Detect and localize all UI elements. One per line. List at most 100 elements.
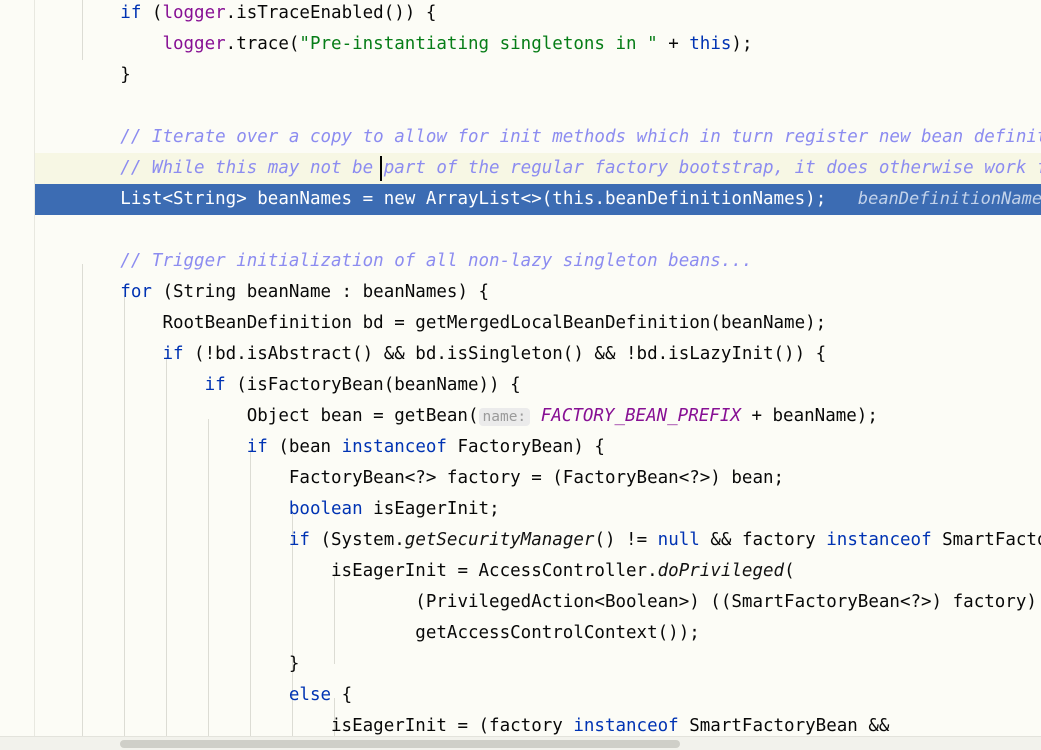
code-token: } — [288, 654, 300, 674]
code-token: if — [120, 3, 152, 23]
code-line[interactable]: logger.trace("Pre-instantiating singleto… — [0, 29, 753, 60]
code-token: logger — [162, 34, 226, 54]
code-token: // Trigger initialization of all non-laz… — [120, 251, 753, 271]
code-line[interactable]: (PrivilegedAction<Boolean>) ((SmartFacto… — [0, 587, 1041, 618]
code-token: .trace( — [225, 34, 300, 54]
code-line[interactable]: boolean isEagerInit; — [0, 494, 500, 525]
code-token: ); — [731, 34, 753, 54]
code-token: doPrivileged — [657, 561, 785, 581]
parameter-hint[interactable]: name: — [478, 408, 531, 426]
code-token: if — [204, 375, 226, 395]
code-line[interactable]: for (String beanName : beanNames) { — [0, 277, 489, 308]
code-token: boolean — [288, 499, 363, 519]
code-token: .isTraceEnabled()) { — [225, 3, 437, 23]
code-token: if — [246, 437, 268, 457]
text-caret — [380, 156, 383, 181]
code-token: (bean — [267, 437, 342, 457]
code-token: Object bean = getBean( — [246, 406, 479, 426]
code-editor[interactable]: if (logger.isTraceEnabled()) { logger.tr… — [0, 0, 1041, 750]
code-token: null — [657, 530, 700, 550]
code-token: // Iterate over a copy to allow for init… — [120, 127, 1041, 147]
code-line[interactable]: if (System.getSecurityManager() != null … — [0, 525, 1041, 556]
code-token: isEagerInit; — [362, 499, 500, 519]
code-token: } — [120, 65, 131, 85]
code-token: (isFactoryBean(beanName)) { — [225, 375, 521, 395]
code-line[interactable]: // Iterate over a copy to allow for init… — [0, 122, 1041, 153]
code-token: for — [120, 282, 152, 302]
code-token: getSecurityManager — [404, 530, 595, 550]
code-token: if — [288, 530, 310, 550]
code-token: (!bd.isAbstract() && bd.isSingleton() &&… — [183, 344, 827, 364]
code-token: FactoryBean<?> factory = (FactoryBean<?>… — [288, 468, 785, 488]
code-line[interactable]: // Trigger initialization of all non-laz… — [0, 246, 752, 277]
code-line[interactable]: if (logger.isTraceEnabled()) { — [0, 0, 436, 29]
code-token: RootBeanDefinition bd = getMergedLocalBe… — [162, 313, 827, 333]
inline-value-hint[interactable]: beanDefinitionNames — [858, 189, 1041, 209]
gutter-divider — [34, 0, 35, 750]
editor-gutter[interactable] — [0, 0, 34, 750]
code-token: if — [162, 344, 184, 364]
code-line[interactable]: getAccessControlContext()); — [0, 618, 700, 649]
code-line[interactable]: // While this may not be part of the reg… — [0, 153, 1041, 184]
code-token: FactoryBean) { — [446, 437, 605, 457]
code-token: (String beanName : beanNames) { — [151, 282, 490, 302]
horizontal-scrollbar[interactable] — [0, 736, 1041, 750]
code-token: (System. — [309, 530, 405, 550]
code-token: instanceof — [573, 716, 679, 736]
code-token: && factory — [699, 530, 827, 550]
code-token: (PrivilegedAction<Boolean>) ((SmartFacto… — [415, 592, 1041, 612]
code-line[interactable]: RootBeanDefinition bd = getMergedLocalBe… — [0, 308, 826, 339]
code-line[interactable]: else { — [0, 680, 352, 711]
code-line[interactable]: if (isFactoryBean(beanName)) { — [0, 370, 521, 401]
code-line[interactable]: FactoryBean<?> factory = (FactoryBean<?>… — [0, 463, 784, 494]
code-token: SmartFactoryBean) { — [942, 530, 1041, 550]
code-token: FACTORY_BEAN_PREFIX — [540, 406, 741, 426]
code-line[interactable]: Object bean = getBean(name: FACTORY_BEAN… — [0, 401, 878, 432]
code-token: logger — [162, 3, 226, 23]
code-token: "Pre-instantiating singletons in " — [299, 34, 658, 54]
code-token: + beanName); — [740, 406, 878, 426]
code-token: + — [657, 34, 690, 54]
code-line[interactable]: if (bean instanceof FactoryBean) { — [0, 432, 605, 463]
code-token: .beanDefinitionNames); — [594, 189, 827, 209]
code-token: SmartFactoryBean && — [678, 716, 890, 736]
code-token: isEagerInit = AccessController. — [331, 561, 658, 581]
code-line[interactable]: isEagerInit = AccessController.doPrivile… — [0, 556, 795, 587]
code-token: { — [331, 685, 353, 705]
code-token: isEagerInit = (factory — [331, 716, 574, 736]
code-token: ( — [784, 561, 795, 581]
code-line[interactable]: List<String> beanNames = new ArrayList<>… — [0, 184, 1041, 215]
code-token: new — [383, 189, 416, 209]
code-token: // While this may not be part of the reg… — [120, 158, 1041, 178]
code-token: ArrayList<>( — [415, 189, 553, 209]
code-line[interactable]: } — [0, 649, 300, 680]
code-token: this — [552, 189, 595, 209]
code-token: this — [689, 34, 732, 54]
code-line[interactable]: if (!bd.isAbstract() && bd.isSingleton()… — [0, 339, 826, 370]
code-token: instanceof — [826, 530, 932, 550]
horizontal-scrollbar-thumb[interactable] — [120, 740, 680, 748]
code-token: () != — [594, 530, 658, 550]
code-token: getAccessControlContext()); — [415, 623, 700, 643]
code-token: else — [288, 685, 332, 705]
code-token: ( — [151, 3, 163, 23]
